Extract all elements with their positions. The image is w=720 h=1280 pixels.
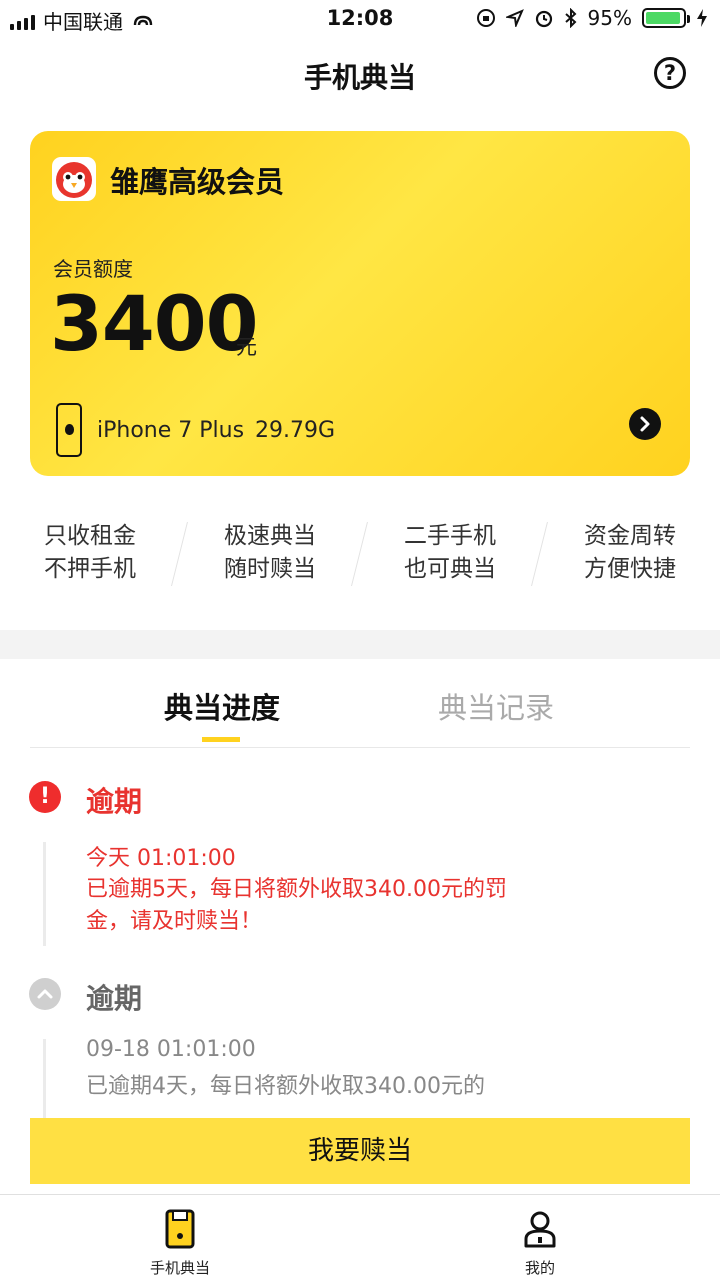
feature-item: 只收租金 不押手机 <box>0 520 180 586</box>
location-icon <box>505 9 524 27</box>
tab-indicator <box>202 737 240 742</box>
timeline-status: 逾期 <box>86 785 143 818</box>
status-bar: 中国联通 12:08 95% <box>0 0 720 40</box>
section-divider <box>0 630 720 659</box>
device-storage: 29.79G <box>255 418 336 443</box>
feature-line1: 极速典当 <box>224 523 316 549</box>
timeline-line <box>43 1039 46 1120</box>
help-button[interactable]: ? <box>654 57 686 89</box>
feature-line2: 也可典当 <box>404 556 496 582</box>
feature-item: 二手手机 也可典当 <box>360 520 540 586</box>
eagle-logo-icon <box>52 157 96 201</box>
redeem-button[interactable]: 我要赎当 <box>30 1118 690 1184</box>
feature-list: 只收租金 不押手机 极速典当 随时赎当 二手手机 也可典当 资金周转 方便快捷 <box>0 520 720 590</box>
tab-divider-line <box>30 747 690 748</box>
feature-line2: 不押手机 <box>44 556 136 582</box>
profile-icon <box>524 1211 556 1248</box>
tab-bar: 典当进度 典当记录 <box>0 659 720 749</box>
header: 手机典当 ? <box>0 40 720 112</box>
timeline-message: 已逾期4天，每日将额外收取340.00元的 <box>86 1074 485 1099</box>
nav-item-profile[interactable]: 我的 <box>460 1209 620 1278</box>
timeline-time: 09-18 01:01:00 <box>86 1037 256 1062</box>
battery-icon <box>642 8 690 28</box>
timeline-line <box>43 842 46 946</box>
status-right: 95% <box>476 6 708 30</box>
feature-item: 极速典当 随时赎当 <box>180 520 360 586</box>
timeline-time: 今天 01:01:00 <box>86 846 236 871</box>
alert-icon: ! <box>29 781 61 813</box>
quota-unit: 元 <box>236 335 257 359</box>
nav-label: 手机典当 <box>149 1259 210 1277</box>
timeline-status: 逾期 <box>86 982 143 1015</box>
page-title: 手机典当 <box>303 61 416 94</box>
feature-line1: 二手手机 <box>404 523 496 549</box>
nav-item-phone-pawn[interactable]: 手机典当 <box>100 1209 260 1278</box>
feature-line1: 只收租金 <box>44 523 136 549</box>
orientation-lock-icon <box>476 9 495 27</box>
quota-label: 会员额度 <box>53 257 133 281</box>
timeline-message: 已逾期5天，每日将额外收取340.00元的罚金，请及时赎当！ <box>86 877 507 934</box>
timeline: ! 逾期 今天 01:01:00 已逾期5天，每日将额外收取340.00元的罚金… <box>0 760 720 1120</box>
tab-pawn-records[interactable]: 典当记录 <box>336 685 656 727</box>
nav-label: 我的 <box>524 1259 555 1277</box>
battery-percent: 95% <box>587 6 632 30</box>
chevron-right-icon[interactable] <box>629 408 661 440</box>
bottom-nav: 手机典当 我的 <box>0 1194 720 1280</box>
device-model: iPhone 7 Plus <box>97 418 245 443</box>
charging-icon <box>697 9 707 27</box>
feature-item: 资金周转 方便快捷 <box>540 520 720 586</box>
membership-card[interactable]: 雏鹰高级会员 会员额度 3400 元 iPhone 7 Plus 29.79G <box>30 131 690 476</box>
feature-line2: 随时赎当 <box>224 556 316 582</box>
bluetooth-icon <box>564 8 577 28</box>
tab-pawn-progress[interactable]: 典当进度 <box>62 685 382 727</box>
phone-device-icon <box>56 403 82 457</box>
alarm-icon <box>535 10 552 28</box>
quota-value: 3400 <box>50 279 259 368</box>
membership-title: 雏鹰高级会员 <box>110 165 285 199</box>
chevron-up-icon[interactable] <box>29 978 61 1010</box>
feature-line2: 方便快捷 <box>584 556 676 582</box>
feature-line1: 资金周转 <box>584 523 676 549</box>
phone-pawn-icon <box>165 1209 195 1249</box>
